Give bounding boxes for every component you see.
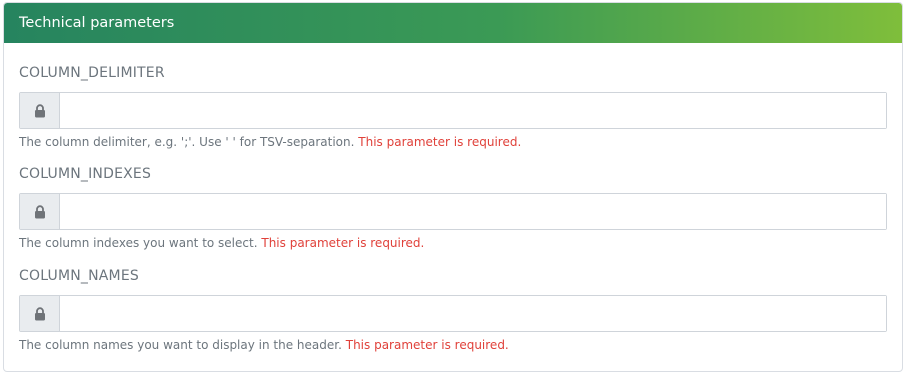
required-message: This parameter is required. bbox=[358, 135, 522, 149]
column-names-field[interactable] bbox=[60, 296, 886, 331]
column-names-input-group bbox=[19, 295, 887, 332]
param-label: COLUMN_INDEXES bbox=[19, 166, 152, 182]
param-column-delimiter: COLUMN_DELIMITER The column delimiter, e… bbox=[19, 63, 887, 149]
help-text: The column delimiter, e.g. ';'. Use ' ' … bbox=[19, 135, 355, 149]
column-delimiter-input-group bbox=[19, 92, 887, 129]
help-text: The column names you want to display in … bbox=[19, 338, 342, 352]
lock-icon bbox=[20, 296, 60, 331]
column-indexes-input-group bbox=[19, 193, 887, 230]
lock-icon bbox=[20, 93, 60, 128]
column-delimiter-field[interactable] bbox=[60, 93, 886, 128]
param-column-indexes: COLUMN_INDEXES The column indexes you wa… bbox=[19, 164, 887, 250]
panel-title: Technical parameters bbox=[4, 3, 902, 43]
required-message: This parameter is required. bbox=[261, 236, 425, 250]
param-help: The column names you want to display in … bbox=[19, 338, 509, 352]
technical-parameters-panel: Technical parameters COLUMN_DELIMITER Th… bbox=[3, 2, 903, 372]
param-label: COLUMN_DELIMITER bbox=[19, 65, 165, 81]
param-help: The column delimiter, e.g. ';'. Use ' ' … bbox=[19, 135, 521, 149]
lock-icon bbox=[20, 194, 60, 229]
column-indexes-field[interactable] bbox=[60, 194, 886, 229]
required-message: This parameter is required. bbox=[345, 338, 509, 352]
param-help: The column indexes you want to select. T… bbox=[19, 236, 424, 250]
help-text: The column indexes you want to select. bbox=[19, 236, 258, 250]
param-label: COLUMN_NAMES bbox=[19, 268, 139, 284]
param-column-names: COLUMN_NAMES The column names you want t… bbox=[19, 266, 887, 352]
